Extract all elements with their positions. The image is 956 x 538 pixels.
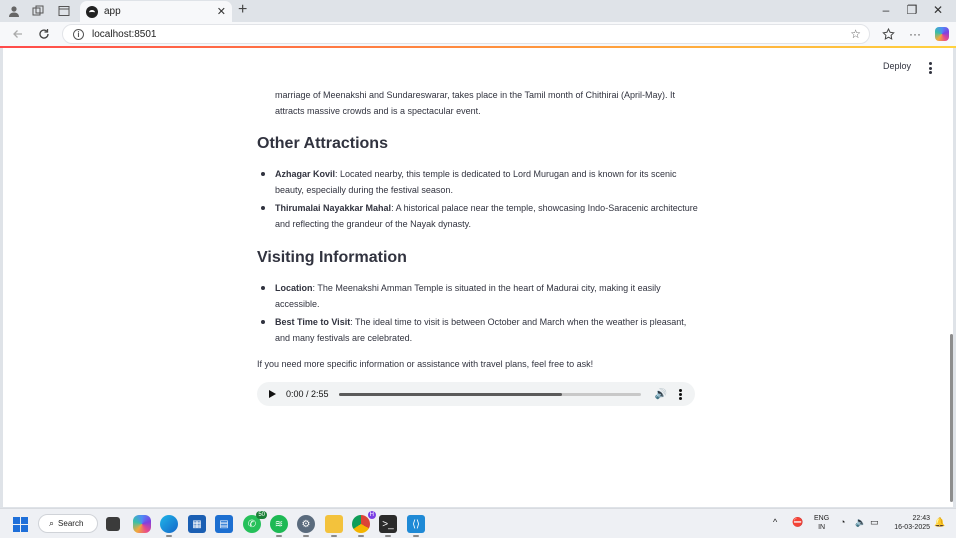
browser-toolbar: i localhost:8501 ☆ ···: [0, 22, 956, 46]
system-clock[interactable]: 22:43 16-03-2025: [888, 514, 930, 532]
list-item: Best Time to Visit: The ideal time to vi…: [257, 314, 701, 346]
clock-date: 16-03-2025: [894, 524, 930, 531]
visiting-information-list: Location: The Meenakshi Amman Temple is …: [257, 280, 701, 348]
microsoft-store-icon[interactable]: ▦: [188, 515, 206, 533]
minimize-icon[interactable]: –: [876, 2, 896, 18]
terminal-icon[interactable]: >_: [379, 515, 397, 537]
site-info-icon[interactable]: i: [73, 28, 84, 40]
new-tab-icon[interactable]: +: [238, 2, 247, 18]
copilot-icon[interactable]: [934, 26, 950, 42]
clock-time: 22:43: [912, 515, 930, 522]
search-label: Search: [58, 519, 84, 528]
maximize-icon[interactable]: ❐: [902, 2, 922, 18]
language-code: ENG: [814, 515, 830, 522]
app-page: Deploy marriage of Meenakshi and Sundare…: [3, 48, 953, 507]
play-icon[interactable]: [269, 390, 276, 398]
audio-seek-slider[interactable]: [338, 392, 641, 396]
main-menu-icon[interactable]: [927, 62, 933, 74]
spotify-icon[interactable]: ≋: [270, 515, 288, 537]
taskbar-search[interactable]: ⌕ Search: [38, 514, 98, 533]
list-item: Azhagar Kovil: Located nearby, this temp…: [257, 166, 701, 198]
wifi-icon[interactable]: ◔: [840, 517, 845, 527]
address-bar[interactable]: i localhost:8501 ☆: [62, 24, 870, 44]
whatsapp-badge: 50: [256, 511, 267, 519]
window-close-icon[interactable]: ✕: [928, 2, 948, 18]
region-code: IN: [818, 524, 826, 531]
browser-tab-app[interactable]: app ✕: [80, 1, 232, 22]
chrome-profile-badge: H: [367, 511, 376, 519]
volume-tray-icon[interactable]: 🔈: [855, 517, 866, 528]
chrome-icon[interactable]: H: [352, 511, 376, 537]
url-text: localhost:8501: [92, 28, 157, 40]
windows-taskbar: ⌕ Search ▦ ▤ ✆ 50 ≋ ⚙ H >_ ⟨⟩ ^ ⛔ ENG IN …: [0, 508, 956, 538]
item-term: Location: [275, 283, 313, 293]
favorites-icon[interactable]: [880, 26, 896, 42]
vscode-icon[interactable]: ⟨⟩: [407, 515, 425, 537]
copilot-app-icon[interactable]: [133, 515, 151, 533]
tab-close-icon[interactable]: ✕: [217, 5, 226, 18]
reload-icon[interactable]: [36, 26, 52, 42]
browser-tab-strip: app ✕ + – ❐ ✕: [0, 0, 956, 22]
tab-title: app: [104, 6, 121, 17]
language-indicator[interactable]: ENG IN: [814, 514, 829, 532]
settings-gear-icon[interactable]: ⚙: [297, 515, 315, 537]
audio-player[interactable]: 0:00 / 2:55 🔊: [257, 382, 695, 406]
streamlit-favicon-icon: [86, 5, 98, 18]
audio-seek-progress: [338, 392, 563, 396]
notifications-bell-icon[interactable]: 🔔: [934, 517, 945, 528]
workspaces-icon[interactable]: [30, 3, 46, 19]
list-item: Location: The Meenakshi Amman Temple is …: [257, 280, 701, 312]
whatsapp-icon[interactable]: ✆ 50: [243, 511, 267, 533]
page-scrollbar[interactable]: [950, 334, 953, 502]
audio-more-options-icon[interactable]: [679, 388, 682, 400]
file-explorer-icon[interactable]: [325, 515, 343, 537]
closing-paragraph: If you need more specific information or…: [257, 359, 594, 369]
audio-time: 0:00 / 2:55: [286, 389, 329, 399]
tab-actions-icon[interactable]: [56, 3, 72, 19]
section-heading-other-attractions: Other Attractions: [257, 135, 388, 152]
taskbar-app-icon[interactable]: ▤: [215, 515, 233, 533]
other-attractions-list: Azhagar Kovil: Located nearby, this temp…: [257, 166, 701, 234]
intro-paragraph: marriage of Meenakshi and Sundareswarar,…: [275, 90, 676, 116]
item-term: Thirumalai Nayakkar Mahal: [275, 203, 392, 213]
search-icon: ⌕: [49, 518, 55, 528]
edge-browser-icon[interactable]: [160, 515, 178, 537]
favorite-star-icon[interactable]: ☆: [850, 27, 861, 41]
item-text: : The Meenakshi Amman Temple is situated…: [275, 283, 661, 309]
list-item: Thirumalai Nayakkar Mahal: A historical …: [257, 200, 701, 232]
profile-icon[interactable]: [6, 3, 22, 19]
security-status-icon[interactable]: ⛔: [792, 517, 803, 528]
item-text: : Located nearby, this temple is dedicat…: [275, 169, 677, 195]
item-term: Azhagar Kovil: [275, 169, 336, 179]
battery-icon[interactable]: ▭: [870, 517, 879, 528]
volume-icon[interactable]: 🔊: [655, 389, 667, 400]
windows-start-icon[interactable]: [11, 515, 29, 533]
task-view-icon[interactable]: [106, 517, 120, 531]
show-hidden-icons-chevron-icon[interactable]: ^: [773, 517, 777, 527]
deploy-button[interactable]: Deploy: [883, 61, 911, 71]
item-term: Best Time to Visit: [275, 317, 351, 327]
more-options-icon[interactable]: ···: [907, 26, 923, 42]
section-heading-visiting-information: Visiting Information: [257, 249, 407, 266]
back-arrow-icon[interactable]: [10, 26, 26, 42]
